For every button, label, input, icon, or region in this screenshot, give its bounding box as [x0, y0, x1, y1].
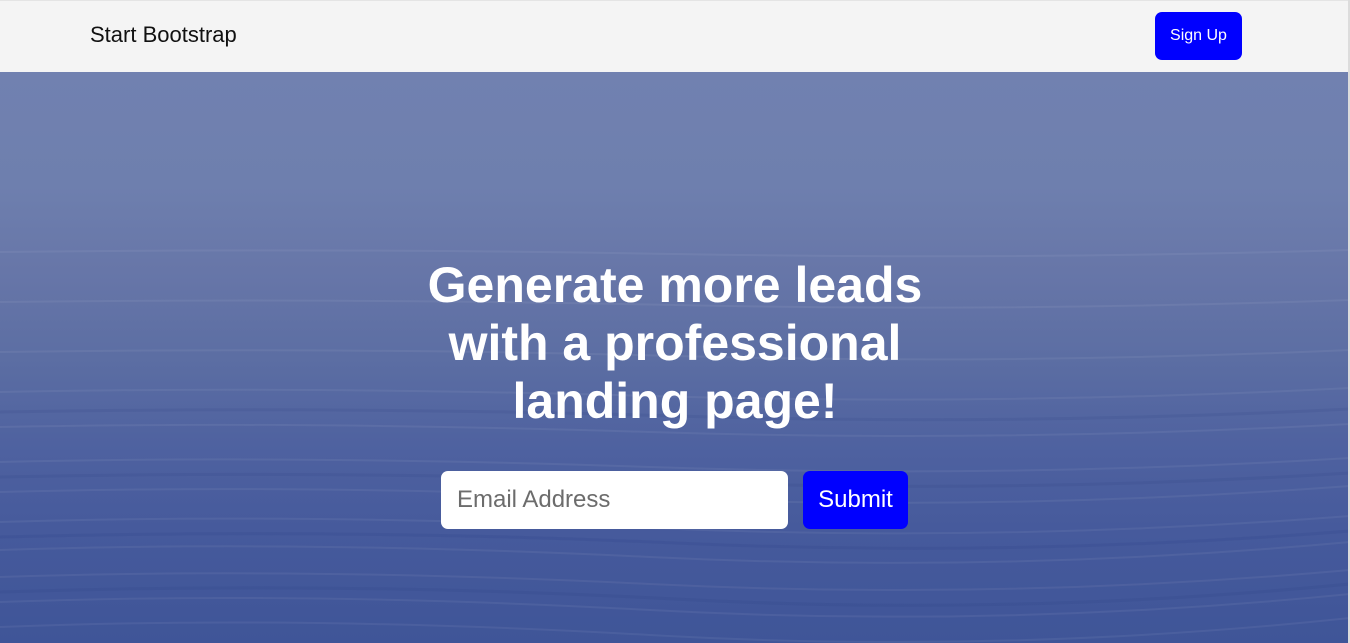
sign-up-button[interactable]: Sign Up	[1155, 12, 1242, 60]
brand-link[interactable]: Start Bootstrap	[90, 22, 237, 48]
submit-button[interactable]: Submit	[803, 471, 908, 529]
hero-headline: Generate more leads with a professional …	[427, 257, 923, 429]
navbar: Start Bootstrap Sign Up	[0, 0, 1350, 72]
hero-section: Generate more leads with a professional …	[0, 72, 1350, 643]
email-input[interactable]	[441, 471, 788, 529]
